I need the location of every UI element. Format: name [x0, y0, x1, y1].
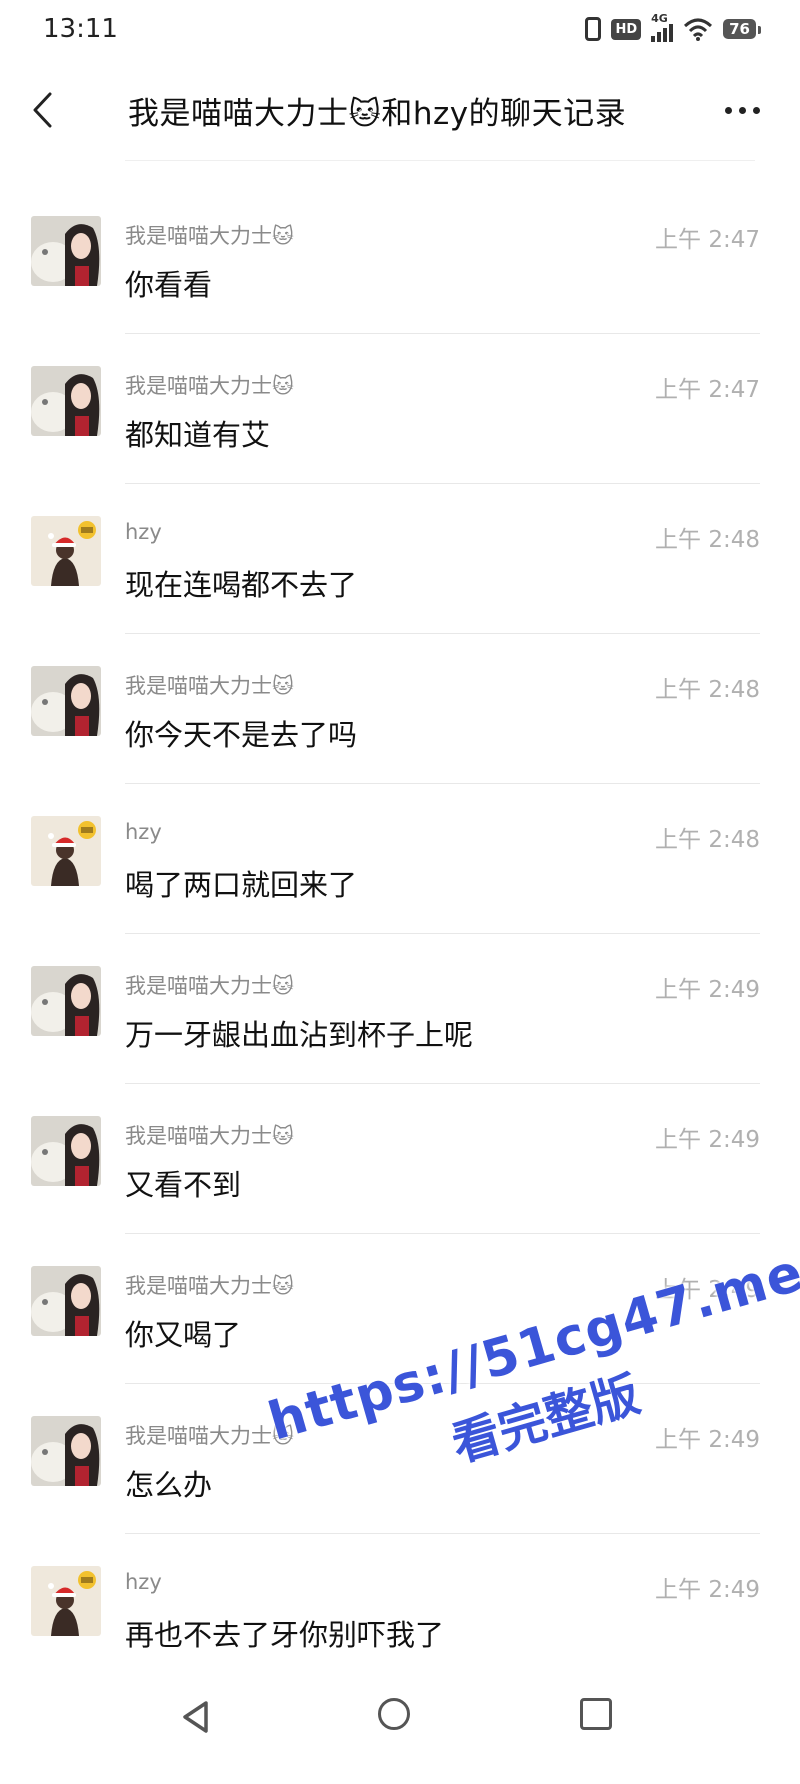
header-divider	[125, 160, 755, 161]
message-time: 上午 2:48	[655, 677, 760, 703]
divider	[125, 1383, 760, 1384]
message-text: 你看看	[125, 268, 213, 302]
avatar[interactable]	[31, 366, 101, 436]
back-button[interactable]	[22, 82, 62, 138]
message-time: 上午 2:47	[655, 227, 760, 253]
avatar[interactable]	[31, 216, 101, 286]
sender-name: 我是喵喵大力士🐱	[125, 1424, 294, 1448]
santa-avatar-icon	[31, 1566, 101, 1636]
message-text: 现在连喝都不去了	[125, 568, 358, 602]
sender-name: 我是喵喵大力士🐱	[125, 674, 294, 698]
divider	[125, 933, 760, 934]
message-text: 万一牙龈出血沾到杯子上呢	[125, 1018, 474, 1052]
status-icons: HD 4G 76	[585, 12, 761, 42]
wifi-icon	[684, 18, 713, 41]
network-type: 4G	[651, 12, 668, 25]
message-time: 上午 2:49	[655, 1577, 760, 1603]
list-item[interactable]: 我是喵喵大力士🐱 上午 2:47 你看看	[0, 186, 800, 334]
avatar[interactable]	[31, 966, 101, 1036]
list-item[interactable]: hzy 上午 2:48 喝了两口就回来了	[0, 786, 800, 934]
message-text: 又看不到	[125, 1168, 242, 1202]
list-item[interactable]: 我是喵喵大力士🐱 上午 2:47 都知道有艾	[0, 336, 800, 484]
vibrate-icon	[585, 17, 602, 41]
message-text: 都知道有艾	[125, 418, 271, 452]
message-text: 你今天不是去了吗	[125, 718, 358, 752]
chat-record-header: 我是喵喵大力士🐱和hzy的聊天记录	[0, 60, 800, 160]
divider	[125, 1083, 760, 1084]
sender-name: 我是喵喵大力士🐱	[125, 224, 294, 248]
santa-avatar-icon	[31, 516, 101, 586]
list-item[interactable]: 我是喵喵大力士🐱 上午 2:48 你今天不是去了吗	[0, 636, 800, 784]
status-time: 13:11	[43, 14, 118, 44]
circle-home-icon[interactable]	[378, 1698, 410, 1730]
girl-avatar-icon	[31, 1116, 101, 1186]
chevron-left-icon	[33, 92, 52, 128]
signal-icon: 4G	[651, 12, 674, 42]
square-recents-icon[interactable]	[580, 1698, 612, 1730]
girl-avatar-icon	[31, 1416, 101, 1486]
list-item[interactable]: 我是喵喵大力士🐱 上午 2:49 又看不到	[0, 1086, 800, 1234]
divider	[125, 633, 760, 634]
more-options-button[interactable]	[714, 90, 770, 130]
message-text: 你又喝了	[125, 1318, 242, 1352]
hd-badge: HD	[611, 18, 642, 40]
sender-name: 我是喵喵大力士🐱	[125, 1124, 294, 1148]
sender-name: hzy	[125, 1570, 162, 1594]
triangle-back-icon[interactable]	[180, 1700, 212, 1734]
santa-avatar-icon	[31, 816, 101, 886]
message-time: 上午 2:49	[655, 1427, 760, 1453]
girl-avatar-icon	[31, 366, 101, 436]
divider	[125, 483, 760, 484]
message-time: 上午 2:48	[655, 527, 760, 553]
system-nav-bar	[0, 1670, 800, 1784]
page-title: 我是喵喵大力士🐱和hzy的聊天记录	[128, 96, 627, 132]
sender-name: hzy	[125, 520, 162, 544]
message-text: 喝了两口就回来了	[125, 868, 358, 902]
avatar[interactable]	[31, 1566, 101, 1636]
list-item[interactable]: 我是喵喵大力士🐱 上午 2:49 怎么办	[0, 1386, 800, 1534]
avatar[interactable]	[31, 516, 101, 586]
more-horizontal-icon	[724, 106, 732, 114]
divider	[125, 333, 760, 334]
avatar[interactable]	[31, 1266, 101, 1336]
status-bar: 13:11 HD 4G 76	[0, 0, 800, 60]
list-item[interactable]: 我是喵喵大力士🐱 上午 2:49 你又喝了	[0, 1236, 800, 1384]
avatar[interactable]	[31, 666, 101, 736]
girl-avatar-icon	[31, 666, 101, 736]
message-time: 上午 2:49	[655, 977, 760, 1003]
avatar[interactable]	[31, 816, 101, 886]
list-item[interactable]: hzy 上午 2:48 现在连喝都不去了	[0, 486, 800, 634]
divider	[125, 1533, 760, 1534]
sender-name: hzy	[125, 820, 162, 844]
divider	[125, 1233, 760, 1234]
avatar[interactable]	[31, 1116, 101, 1186]
divider	[125, 783, 760, 784]
message-time: 上午 2:48	[655, 827, 760, 853]
avatar[interactable]	[31, 1416, 101, 1486]
girl-avatar-icon	[31, 966, 101, 1036]
message-time: 上午 2:47	[655, 377, 760, 403]
sender-name: 我是喵喵大力士🐱	[125, 974, 294, 998]
sender-name: 我是喵喵大力士🐱	[125, 1274, 294, 1298]
message-time: 上午 2:49	[655, 1277, 760, 1303]
girl-avatar-icon	[31, 1266, 101, 1336]
list-item[interactable]: hzy 上午 2:49 再也不去了牙你别吓我了	[0, 1536, 800, 1684]
message-time: 上午 2:49	[655, 1127, 760, 1153]
list-item[interactable]: 我是喵喵大力士🐱 上午 2:49 万一牙龈出血沾到杯子上呢	[0, 936, 800, 1084]
sender-name: 我是喵喵大力士🐱	[125, 374, 294, 398]
message-text: 怎么办	[125, 1468, 213, 1502]
girl-avatar-icon	[31, 216, 101, 286]
battery-indicator: 76	[723, 19, 761, 39]
message-text: 再也不去了牙你别吓我了	[125, 1618, 445, 1652]
